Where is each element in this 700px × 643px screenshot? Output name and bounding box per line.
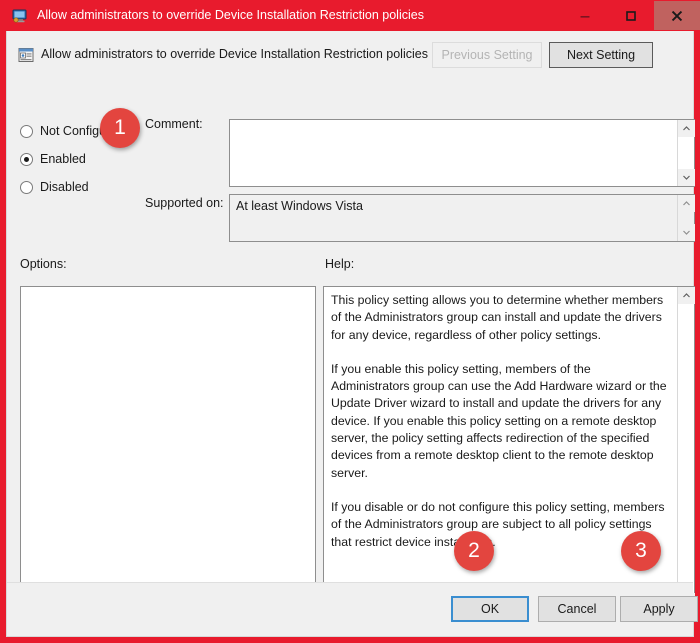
scroll-down-icon[interactable] (678, 224, 695, 241)
scroll-up-icon[interactable] (678, 287, 695, 304)
options-panel[interactable] (20, 286, 316, 611)
supported-on-label: Supported on: (145, 196, 224, 210)
help-label: Help: (325, 257, 355, 271)
maximize-button[interactable] (608, 1, 654, 30)
window-title: Allow administrators to override Device … (37, 8, 424, 22)
radio-indicator-enabled (20, 152, 33, 166)
help-scroll-track[interactable] (678, 304, 694, 593)
scroll-down-icon[interactable] (678, 169, 695, 186)
radio-label-disabled: Disabled (40, 180, 89, 194)
radio-indicator-not-configured (20, 124, 33, 138)
apply-button[interactable]: Apply (620, 596, 698, 622)
comment-label: Comment: (145, 117, 203, 131)
next-setting-label: Next Setting (566, 48, 636, 62)
comment-scrollbar[interactable] (677, 120, 695, 186)
help-scrollbar[interactable] (677, 287, 695, 610)
setting-title: Allow administrators to override Device … (41, 47, 428, 61)
options-label: Options: (20, 257, 67, 271)
annotation-badge-1: 1 (100, 108, 140, 148)
supported-on-scroll-track[interactable] (678, 212, 694, 224)
policy-setting-icon (18, 47, 34, 63)
next-setting-button[interactable]: Next Setting (549, 42, 653, 68)
state-radio-disabled[interactable]: Disabled (20, 178, 89, 196)
policy-setting-dialog-window: Allow administrators to override Device … (0, 0, 700, 643)
previous-setting-label: Previous Setting (441, 48, 533, 62)
comment-value[interactable] (230, 120, 677, 186)
title-bar[interactable]: Allow administrators to override Device … (0, 0, 700, 31)
supported-on-scrollbar[interactable] (677, 195, 695, 241)
minimize-button[interactable] (562, 1, 608, 30)
annotation-badge-2: 2 (454, 531, 494, 571)
setting-header-row: Allow administrators to override Device … (7, 39, 693, 79)
radio-label-enabled: Enabled (40, 152, 86, 166)
help-paragraph: If you disable or do not configure this … (331, 499, 665, 549)
annotation-badge-3: 3 (621, 531, 661, 571)
help-paragraph: If you enable this policy setting, membe… (331, 361, 667, 480)
help-paragraph: This policy setting allows you to determ… (331, 293, 664, 342)
supported-on-value: At least Windows Vista (236, 199, 363, 213)
close-button[interactable] (654, 1, 700, 30)
close-icon (671, 10, 683, 21)
cancel-button[interactable]: Cancel (538, 596, 616, 622)
comment-scroll-track[interactable] (678, 137, 694, 169)
group-policy-setting-icon (12, 8, 28, 24)
cancel-button-label: Cancel (557, 602, 597, 616)
scroll-up-icon[interactable] (678, 195, 695, 212)
apply-button-label: Apply (643, 602, 675, 616)
radio-indicator-disabled (20, 180, 33, 194)
comment-field[interactable] (229, 119, 695, 187)
dialog-footer: OK Cancel Apply (7, 582, 698, 636)
maximize-icon (626, 10, 636, 21)
supported-on-field: At least Windows Vista (229, 194, 695, 242)
ok-button-label: OK (480, 602, 500, 616)
previous-setting-button[interactable]: Previous Setting (432, 42, 542, 68)
minimize-icon (580, 15, 590, 18)
state-radio-enabled[interactable]: Enabled (20, 150, 86, 168)
ok-button[interactable]: OK (451, 596, 529, 622)
scroll-up-icon[interactable] (678, 120, 695, 137)
